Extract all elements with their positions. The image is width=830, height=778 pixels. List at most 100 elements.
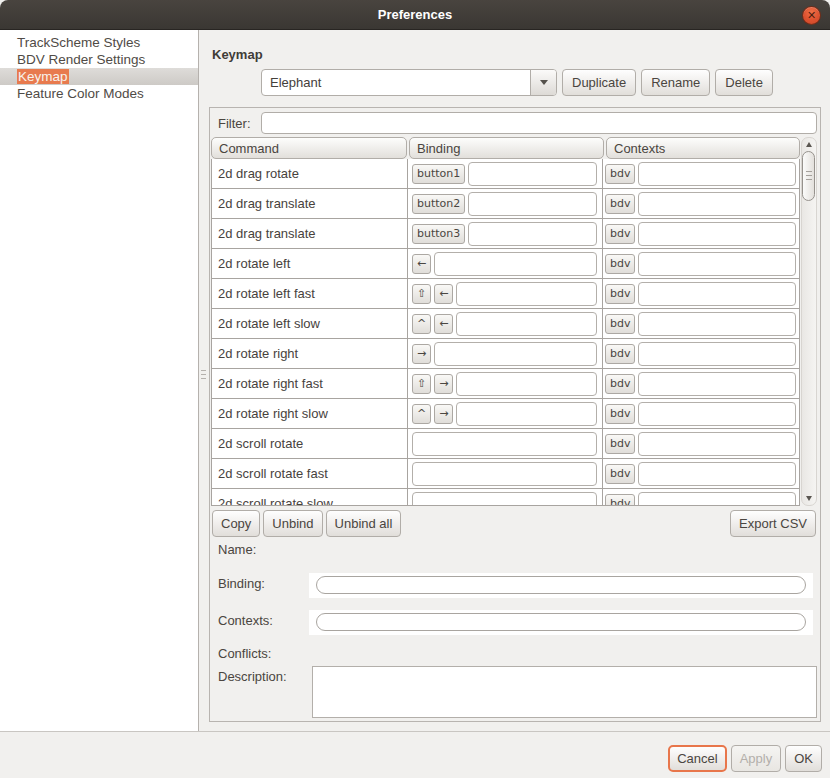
contexts-cell[interactable]: bdv	[603, 279, 799, 308]
column-header-contexts[interactable]: Contexts	[606, 137, 800, 159]
apply-button[interactable]: Apply	[731, 745, 782, 772]
sidebar-item-feature-color-modes[interactable]: Feature Color Modes	[0, 85, 198, 102]
contexts-cell[interactable]: bdv	[603, 309, 799, 338]
contexts-cell[interactable]: bdv	[603, 339, 799, 368]
contexts-cell[interactable]: bdv	[603, 489, 799, 506]
command-cell[interactable]: 2d rotate left fast	[212, 279, 408, 308]
contexts-input[interactable]	[638, 252, 796, 276]
ok-button[interactable]: OK	[785, 745, 822, 772]
contexts-cell[interactable]: bdv	[603, 459, 799, 488]
table-row[interactable]: 2d drag rotatebutton1bdv	[212, 159, 799, 189]
scroll-down-icon[interactable]	[806, 496, 812, 501]
binding-cell[interactable]	[408, 489, 603, 506]
contexts-input[interactable]	[638, 402, 796, 426]
command-cell[interactable]: 2d rotate right	[212, 339, 408, 368]
contexts-input[interactable]	[638, 492, 796, 507]
command-cell[interactable]: 2d rotate left	[212, 249, 408, 278]
keymap-profile-select[interactable]: Elephant	[261, 69, 557, 96]
column-header-binding[interactable]: Binding	[409, 137, 604, 159]
unbind-button[interactable]: Unbind	[263, 510, 322, 537]
combo-arrow-button[interactable]	[530, 70, 556, 95]
command-cell[interactable]: 2d drag rotate	[212, 159, 408, 188]
contexts-cell[interactable]: bdv	[603, 219, 799, 248]
contexts-cell[interactable]: bdv	[603, 249, 799, 278]
binding-input[interactable]	[456, 312, 597, 336]
binding-input[interactable]	[434, 342, 597, 366]
contexts-cell[interactable]: bdv	[603, 429, 799, 458]
copy-button[interactable]: Copy	[212, 510, 260, 537]
delete-button[interactable]: Delete	[715, 69, 773, 96]
binding-cell[interactable]: ⇧→	[408, 369, 603, 398]
table-row[interactable]: 2d scroll rotate fast bdv	[212, 459, 799, 489]
rename-button[interactable]: Rename	[641, 69, 710, 96]
close-button[interactable]: ✕	[802, 6, 821, 25]
binding-cell[interactable]: ^←	[408, 309, 603, 338]
binding-input[interactable]	[468, 222, 597, 246]
binding-input[interactable]	[456, 282, 597, 306]
binding-cell[interactable]: ^→	[408, 399, 603, 428]
binding-cell[interactable]: button1	[408, 159, 603, 188]
contexts-input[interactable]	[638, 312, 796, 336]
sidebar-item-keymap[interactable]: Keymap	[0, 68, 198, 85]
table-row[interactable]: 2d rotate left fast⇧←bdv	[212, 279, 799, 309]
contexts-input[interactable]	[638, 192, 796, 216]
duplicate-button[interactable]: Duplicate	[562, 69, 636, 96]
description-field[interactable]	[312, 666, 817, 718]
binding-input[interactable]	[468, 192, 597, 216]
contexts-input[interactable]	[638, 432, 796, 456]
table-row[interactable]: 2d rotate right slow^→bdv	[212, 399, 799, 429]
contexts-input[interactable]	[638, 372, 796, 396]
filter-input[interactable]	[261, 112, 817, 134]
binding-input[interactable]	[456, 372, 597, 396]
binding-cell[interactable]	[408, 459, 603, 488]
table-row[interactable]: 2d rotate left←bdv	[212, 249, 799, 279]
contexts-input[interactable]	[638, 282, 796, 306]
table-row[interactable]: 2d scroll rotate slow bdv	[212, 489, 799, 506]
binding-cell[interactable]: ←	[408, 249, 603, 278]
binding-input[interactable]	[412, 432, 597, 456]
command-cell[interactable]: 2d drag translate	[212, 189, 408, 218]
binding-cell[interactable]	[408, 429, 603, 458]
command-cell[interactable]: 2d drag translate	[212, 219, 408, 248]
export-csv-button[interactable]: Export CSV	[730, 510, 816, 537]
contexts-input[interactable]	[638, 462, 796, 486]
contexts-field[interactable]	[316, 613, 806, 631]
binding-input[interactable]	[412, 492, 597, 507]
binding-cell[interactable]: button3	[408, 219, 603, 248]
table-row[interactable]: 2d scroll rotate bdv	[212, 429, 799, 459]
table-row[interactable]: 2d rotate right→bdv	[212, 339, 799, 369]
binding-input[interactable]	[412, 462, 597, 486]
command-cell[interactable]: 2d rotate left slow	[212, 309, 408, 338]
cancel-button[interactable]: Cancel	[668, 745, 726, 772]
command-cell[interactable]: 2d scroll rotate slow	[212, 489, 408, 506]
contexts-input[interactable]	[638, 342, 796, 366]
binding-input[interactable]	[456, 402, 597, 426]
command-cell[interactable]: 2d rotate right fast	[212, 369, 408, 398]
contexts-input[interactable]	[638, 222, 796, 246]
contexts-cell[interactable]: bdv	[603, 399, 799, 428]
command-cell[interactable]: 2d rotate right slow	[212, 399, 408, 428]
titlebar[interactable]: Preferences ✕	[0, 0, 830, 30]
scroll-up-icon[interactable]	[806, 142, 812, 147]
command-cell[interactable]: 2d scroll rotate	[212, 429, 408, 458]
binding-field[interactable]	[316, 576, 806, 594]
table-scrollbar[interactable]	[801, 137, 817, 506]
split-divider-grip[interactable]	[201, 370, 206, 380]
contexts-cell[interactable]: bdv	[603, 369, 799, 398]
unbind-all-button[interactable]: Unbind all	[326, 510, 402, 537]
table-row[interactable]: 2d rotate left slow^←bdv	[212, 309, 799, 339]
binding-input[interactable]	[468, 162, 597, 186]
column-header-command[interactable]: Command	[211, 137, 407, 159]
binding-cell[interactable]: ⇧←	[408, 279, 603, 308]
sidebar-item-bdv-render-settings[interactable]: BDV Render Settings	[0, 51, 198, 68]
table-row[interactable]: 2d rotate right fast⇧→bdv	[212, 369, 799, 399]
scrollbar-thumb[interactable]	[802, 151, 815, 201]
binding-cell[interactable]: →	[408, 339, 603, 368]
table-row[interactable]: 2d drag translatebutton3bdv	[212, 219, 799, 249]
contexts-cell[interactable]: bdv	[603, 189, 799, 218]
command-cell[interactable]: 2d scroll rotate fast	[212, 459, 408, 488]
sidebar-item-trackscheme-styles[interactable]: TrackScheme Styles	[0, 34, 198, 51]
table-row[interactable]: 2d drag translatebutton2bdv	[212, 189, 799, 219]
binding-cell[interactable]: button2	[408, 189, 603, 218]
contexts-cell[interactable]: bdv	[603, 159, 799, 188]
